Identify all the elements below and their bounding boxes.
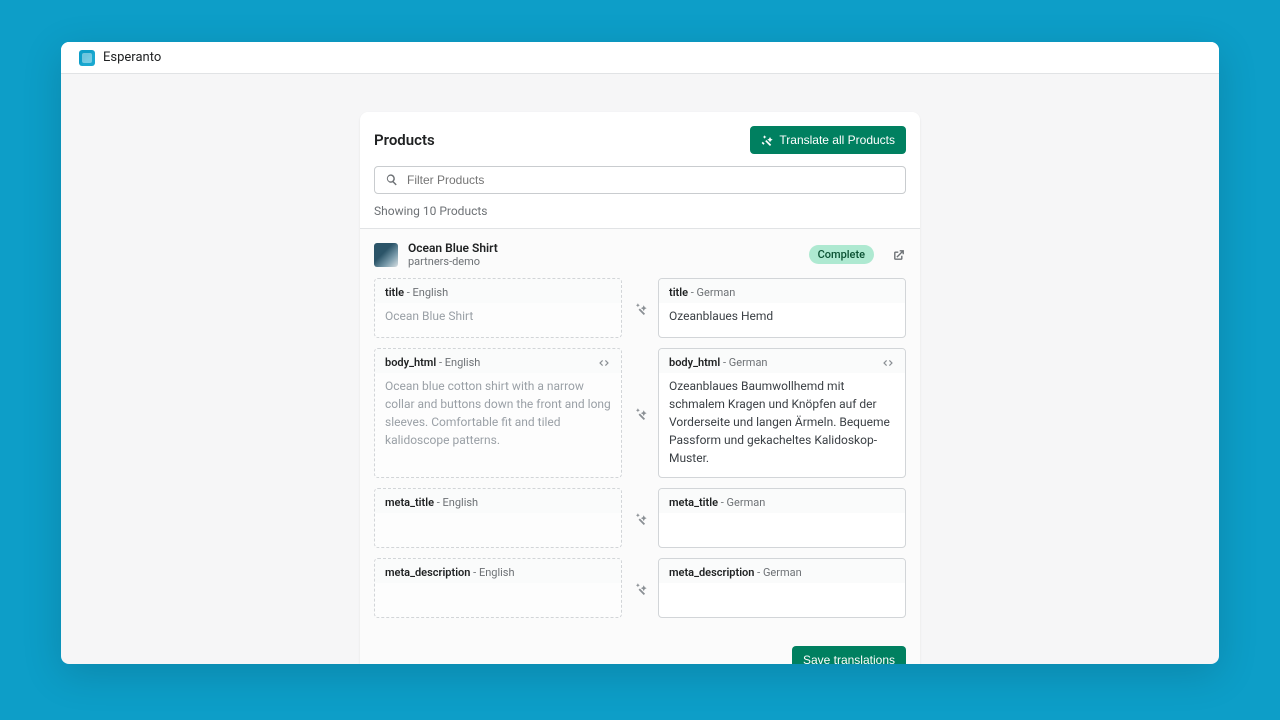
field-meta-desc-en-value — [375, 583, 621, 597]
field-row-title: title - English Ocean Blue Shirt title -… — [374, 278, 906, 338]
product-card: Ocean Blue Shirt partners-demo Complete … — [360, 228, 920, 664]
field-row-meta-title: meta_title - English meta_title - German — [374, 488, 906, 548]
wand-icon — [634, 582, 647, 595]
panel-header: Products Translate all Products — [374, 126, 906, 154]
search-input[interactable] — [407, 173, 895, 187]
field-meta-title-en-value — [375, 513, 621, 527]
external-link-icon — [892, 248, 906, 262]
translate-field-meta-title-button[interactable] — [630, 488, 650, 548]
search-box[interactable] — [374, 166, 906, 194]
showing-count: Showing 10 Products — [374, 204, 906, 218]
field-body-de-value[interactable]: Ozeanblaues Baumwollhemd mit schmalem Kr… — [659, 373, 905, 477]
translate-field-meta-desc-button[interactable] — [630, 558, 650, 618]
wand-icon — [634, 302, 647, 315]
save-label: Save translations — [803, 653, 895, 664]
status-badge: Complete — [809, 245, 874, 264]
product-vendor: partners-demo — [408, 255, 799, 268]
product-thumbnail — [374, 243, 398, 267]
translate-all-label: Translate all Products — [779, 133, 895, 147]
translate-all-button[interactable]: Translate all Products — [750, 126, 906, 154]
topbar: Esperanto — [61, 42, 1219, 74]
product-title: Ocean Blue Shirt — [408, 241, 799, 255]
app-name: Esperanto — [103, 50, 161, 65]
translate-field-title-button[interactable] — [630, 278, 650, 338]
field-row-body: body_html - English Ocean blue cotton sh… — [374, 348, 906, 478]
field-meta-title-de-value[interactable] — [659, 513, 905, 527]
field-row-meta-desc: meta_description - English meta_descript… — [374, 558, 906, 618]
field-meta-desc-source: meta_description - English — [374, 558, 622, 618]
external-link-button[interactable] — [892, 248, 906, 262]
wand-icon — [634, 512, 647, 525]
field-meta-title-target[interactable]: meta_title - German — [658, 488, 906, 548]
app-window: Esperanto Products Translate all Product… — [61, 42, 1219, 664]
field-meta-title-source: meta_title - English — [374, 488, 622, 548]
field-meta-desc-de-value[interactable] — [659, 583, 905, 597]
search-icon — [385, 173, 399, 187]
field-title-target[interactable]: title - German Ozeanblaues Hemd — [658, 278, 906, 338]
translate-field-body-button[interactable] — [630, 348, 650, 478]
field-title-source: title - English Ocean Blue Shirt — [374, 278, 622, 338]
wand-icon — [634, 407, 647, 420]
field-meta-desc-target[interactable]: meta_description - German — [658, 558, 906, 618]
code-icon[interactable] — [597, 357, 611, 369]
field-body-source: body_html - English Ocean blue cotton sh… — [374, 348, 622, 478]
wand-icon — [761, 134, 773, 146]
products-panel: Products Translate all Products Showing … — [360, 112, 920, 664]
content-area: Products Translate all Products Showing … — [61, 74, 1219, 664]
field-title-de-value[interactable]: Ozeanblaues Hemd — [659, 303, 905, 335]
field-title-en-value: Ocean Blue Shirt — [375, 303, 621, 335]
product-header: Ocean Blue Shirt partners-demo Complete — [360, 229, 920, 278]
save-button[interactable]: Save translations — [792, 646, 906, 664]
app-logo-icon — [79, 50, 95, 66]
field-body-target[interactable]: body_html - German Ozeanblaues Baumwollh… — [658, 348, 906, 478]
field-body-en-value: Ocean blue cotton shirt with a narrow co… — [375, 373, 621, 459]
code-icon[interactable] — [881, 357, 895, 369]
page-title: Products — [374, 131, 435, 149]
